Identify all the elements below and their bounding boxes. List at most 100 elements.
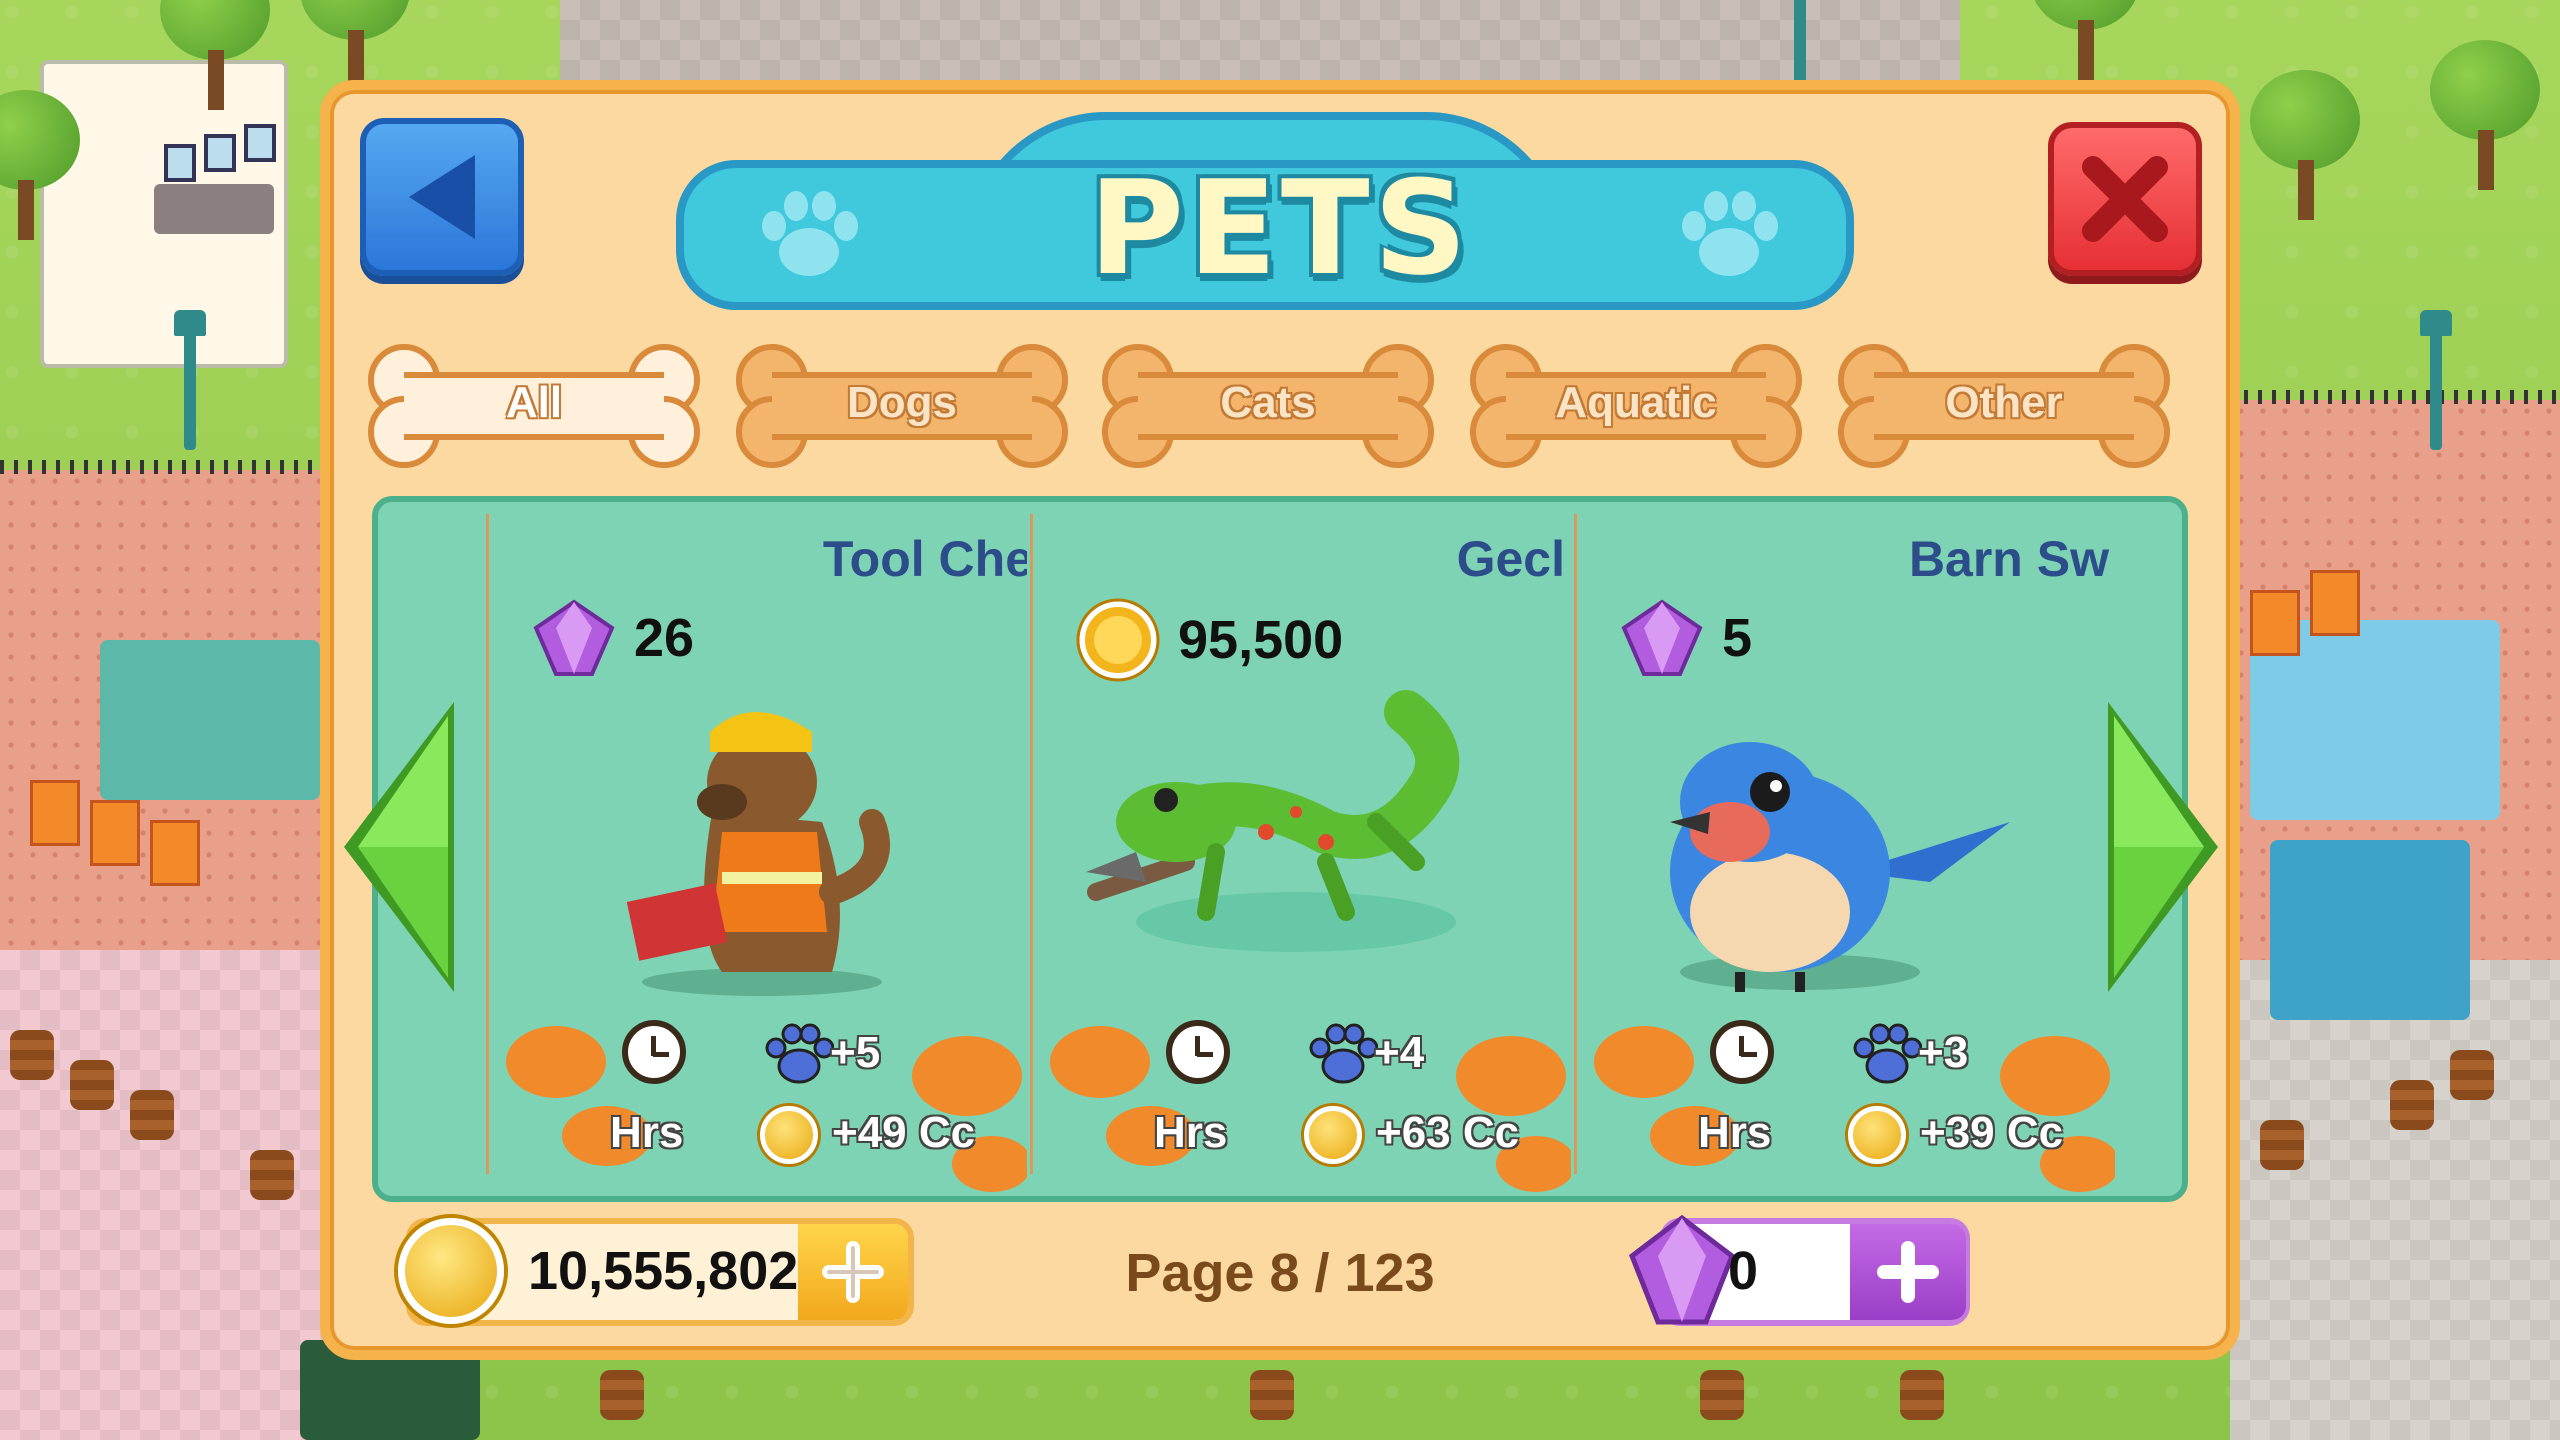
gem-balance: 0 — [1728, 1241, 1759, 1301]
barrel — [2260, 1120, 2304, 1170]
tab-label: Dogs — [847, 378, 957, 427]
growth-time: Hrs — [1698, 1108, 1772, 1157]
paw-bonus: +5 — [830, 1028, 881, 1077]
right-fence — [2230, 390, 2560, 404]
barn-swallow-pet-image — [1670, 742, 2010, 992]
buy-gems-button[interactable] — [1850, 1224, 1966, 1320]
pet-name: Barn Sw — [1908, 531, 2109, 587]
flower-box — [2310, 570, 2360, 636]
tree — [160, 0, 270, 110]
coin-icon — [1076, 598, 1160, 682]
tree — [2250, 70, 2360, 220]
pet-stats: Hrs +5 +49 Cc — [492, 1006, 1027, 1192]
pet-stats: Hrs +4 +63 Cc — [1036, 1006, 1571, 1192]
barrel — [250, 1150, 294, 1200]
divider — [1574, 514, 1577, 1174]
close-x-icon — [2082, 156, 2168, 242]
plus-icon — [822, 1241, 884, 1303]
back-button[interactable] — [360, 118, 524, 276]
barrel — [130, 1090, 174, 1140]
right-floor — [2230, 960, 2560, 1440]
pet-card-gecko[interactable]: Gecl 95,500 Hrs +4 +63 Cc — [1036, 502, 1571, 1192]
tree — [2430, 40, 2540, 190]
plus-icon — [1877, 1241, 1939, 1303]
gem-icon — [533, 599, 615, 676]
barrel — [1250, 1370, 1294, 1420]
coin-icon — [1848, 1106, 1906, 1164]
paw-bonus: +4 — [1374, 1028, 1425, 1077]
coin-icon — [398, 1218, 504, 1324]
coin-bonus: +63 Cc — [1376, 1108, 1520, 1157]
tab-cats[interactable]: Cats — [1098, 338, 1438, 474]
pet-price: 95,500 — [1076, 598, 1343, 682]
top-path — [560, 0, 1960, 90]
left-arrow-icon[interactable] — [344, 702, 464, 992]
pet-stats: Hrs +3 +39 Cc — [1580, 1006, 2115, 1192]
close-button[interactable] — [2048, 122, 2202, 276]
page-title: PETS — [1088, 152, 1472, 304]
blue-paw-icon — [765, 1023, 834, 1084]
blue-paw-icon — [1309, 1023, 1378, 1084]
tree — [0, 90, 80, 240]
coin-icon — [1304, 1106, 1362, 1164]
right-arrow-icon[interactable] — [2098, 702, 2218, 992]
gecko-pet-image — [1086, 690, 1460, 952]
growth-time: Hrs — [610, 1108, 684, 1157]
left-fence — [0, 460, 330, 474]
back-arrow-icon — [409, 155, 475, 239]
street-lamp — [174, 310, 206, 450]
barrel — [2450, 1050, 2494, 1100]
barrel — [600, 1370, 644, 1420]
flower-box — [90, 800, 140, 866]
aquarium-decor — [2270, 840, 2470, 1020]
barrel — [1900, 1370, 1944, 1420]
clock-icon — [1166, 1020, 1230, 1084]
divider — [1030, 514, 1033, 1174]
flower-box — [150, 820, 200, 886]
waterfall-decor — [100, 640, 320, 800]
pet-price: 5 — [1620, 598, 1752, 678]
street-lamp — [2420, 310, 2452, 450]
flower-box — [30, 780, 80, 846]
tab-label: Cats — [1220, 378, 1316, 427]
price-value: 5 — [1722, 608, 1753, 668]
german-shepherd-pet-image — [626, 712, 890, 996]
clock-icon — [622, 1020, 686, 1084]
coin-bonus: +49 Cc — [832, 1108, 976, 1157]
coin-balance: 10,555,802 — [528, 1241, 799, 1301]
barrel — [1700, 1370, 1744, 1420]
pet-name: Gecl — [1456, 531, 1565, 587]
pet-card-tool-chest-dog[interactable]: Tool Che 26 Hrs +5 +49 Cc — [492, 502, 1027, 1192]
buy-coins-button[interactable] — [798, 1224, 908, 1320]
pet-card-barn-swallow[interactable]: Barn Sw 5 Hrs +3 +39 Cc — [1580, 502, 2115, 1192]
page-indicator: Page 8 / 123 — [1125, 1243, 1435, 1303]
pet-price: 26 — [532, 598, 694, 678]
tree — [2030, 0, 2140, 80]
tab-all[interactable]: All — [364, 338, 704, 474]
paw-icon — [1682, 191, 1778, 276]
tab-label: Other — [1945, 378, 2063, 427]
tab-label: All — [505, 378, 563, 427]
barrel — [2390, 1080, 2434, 1130]
gem-icon — [1621, 599, 1703, 676]
clock-icon — [1710, 1020, 1774, 1084]
gem-icon — [1628, 1214, 1736, 1325]
price-value: 95,500 — [1178, 610, 1344, 670]
tab-label: Aquatic — [1555, 378, 1717, 427]
barrel — [10, 1030, 54, 1080]
barrel — [70, 1060, 114, 1110]
flower-box — [2250, 590, 2300, 656]
paw-bonus: +3 — [1918, 1028, 1969, 1077]
paw-icon — [762, 191, 858, 276]
tree — [300, 0, 410, 90]
growth-time: Hrs — [1154, 1108, 1228, 1157]
blue-paw-icon — [1853, 1023, 1922, 1084]
coin-bonus: +39 Cc — [1920, 1108, 2064, 1157]
price-value: 26 — [634, 608, 695, 668]
tab-dogs[interactable]: Dogs — [732, 338, 1072, 474]
tab-aquatic[interactable]: Aquatic — [1466, 338, 1806, 474]
divider — [486, 514, 489, 1174]
coin-icon — [760, 1106, 818, 1164]
pet-name: Tool Che — [822, 531, 1027, 587]
tab-other[interactable]: Other — [1834, 338, 2174, 474]
